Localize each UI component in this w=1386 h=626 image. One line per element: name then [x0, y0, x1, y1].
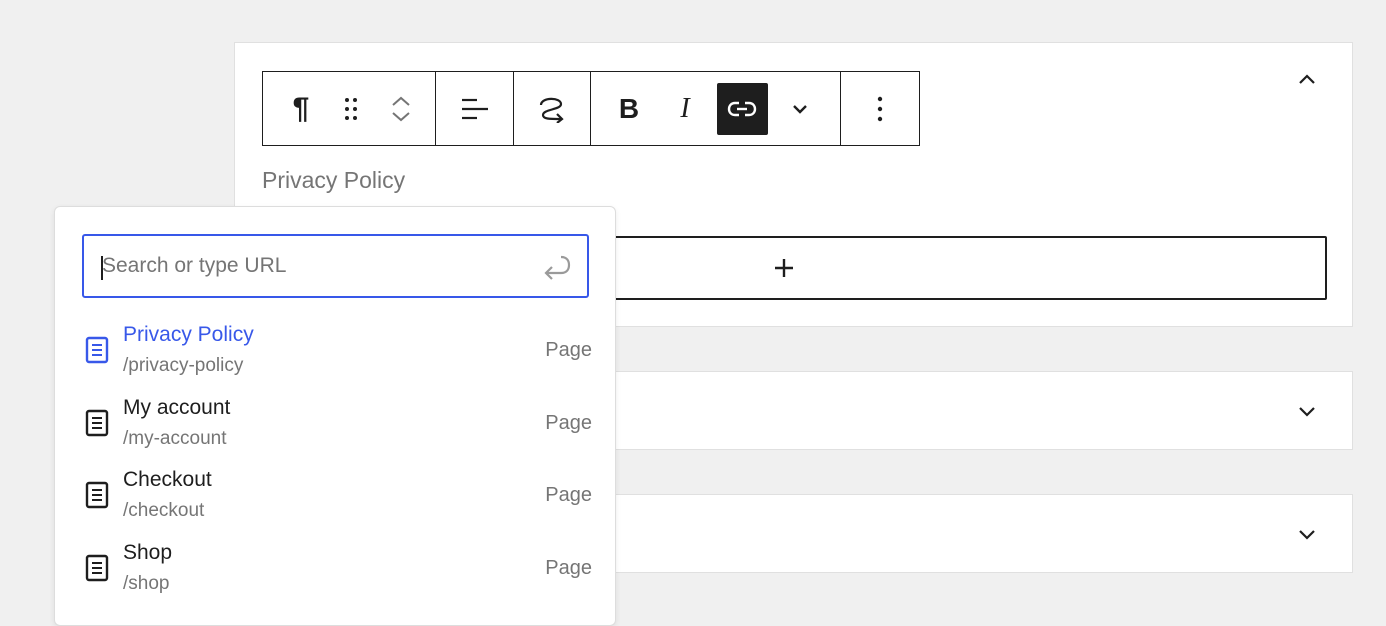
result-type: Page: [545, 412, 592, 434]
page-icon: [85, 554, 109, 582]
text-cursor: [101, 256, 103, 280]
search-result-item[interactable]: Checkout /checkout Page: [55, 460, 615, 532]
chevron-down-icon[interactable]: [1296, 523, 1318, 545]
chevron-up-icon[interactable]: [1296, 69, 1318, 91]
move-up-down-buttons[interactable]: [377, 83, 425, 135]
search-result-item[interactable]: Privacy Policy /privacy-policy Page: [55, 315, 615, 387]
result-url: /my-account: [123, 428, 227, 449]
page-icon: [85, 409, 109, 437]
result-type: Page: [545, 557, 592, 579]
align-left-icon: [461, 98, 488, 119]
link-button[interactable]: [716, 82, 768, 135]
enter-return-icon[interactable]: [541, 251, 573, 283]
formatting-group: B I: [591, 72, 842, 145]
align-group: [436, 72, 515, 145]
result-url: /privacy-policy: [123, 355, 244, 376]
page-icon: [85, 336, 109, 364]
paragraph-block-text[interactable]: Privacy Policy: [262, 167, 405, 194]
result-title: Shop: [123, 541, 173, 564]
block-options-button[interactable]: [856, 83, 904, 135]
search-result-item[interactable]: Shop /shop Page: [55, 533, 615, 605]
url-search-box: [82, 234, 589, 298]
chevron-down-icon: [793, 104, 807, 114]
search-result-item[interactable]: My account /my-account Page: [55, 388, 615, 460]
block-toolbar: ¶ B I: [262, 71, 920, 146]
options-group: [841, 72, 919, 145]
url-search-input[interactable]: [100, 253, 524, 279]
transform-group: [514, 72, 591, 145]
move-down-icon[interactable]: [390, 109, 412, 125]
chevron-down-icon[interactable]: [1296, 400, 1318, 422]
move-up-icon[interactable]: [390, 93, 412, 109]
result-type: Page: [545, 484, 592, 506]
link-popover: Privacy Policy /privacy-policy Page My a…: [54, 206, 616, 626]
bold-label: B: [618, 92, 640, 124]
redirect-arrow-icon: [540, 97, 564, 123]
more-vertical-icon: [877, 96, 883, 121]
align-button[interactable]: [451, 83, 499, 135]
link-icon: [728, 101, 757, 116]
result-title: My account: [123, 396, 231, 419]
result-url: /checkout: [123, 500, 205, 521]
page-icon: [85, 481, 109, 509]
transform-button[interactable]: [528, 83, 576, 135]
drag-handle-icon: [345, 97, 357, 120]
italic-button[interactable]: I: [661, 83, 709, 135]
result-title: Privacy Policy: [123, 323, 254, 346]
result-type: Page: [545, 339, 592, 361]
drag-handle[interactable]: [327, 83, 375, 135]
result-title: Checkout: [123, 468, 212, 491]
italic-label: I: [680, 92, 690, 124]
plus-icon: [774, 259, 793, 277]
bold-button[interactable]: B: [605, 83, 653, 135]
more-formatting-button[interactable]: [776, 83, 824, 135]
block-controls-group: ¶: [263, 72, 437, 145]
paragraph-icon: ¶: [292, 91, 310, 125]
paragraph-block-button[interactable]: ¶: [277, 83, 325, 135]
result-url: /shop: [123, 573, 170, 594]
